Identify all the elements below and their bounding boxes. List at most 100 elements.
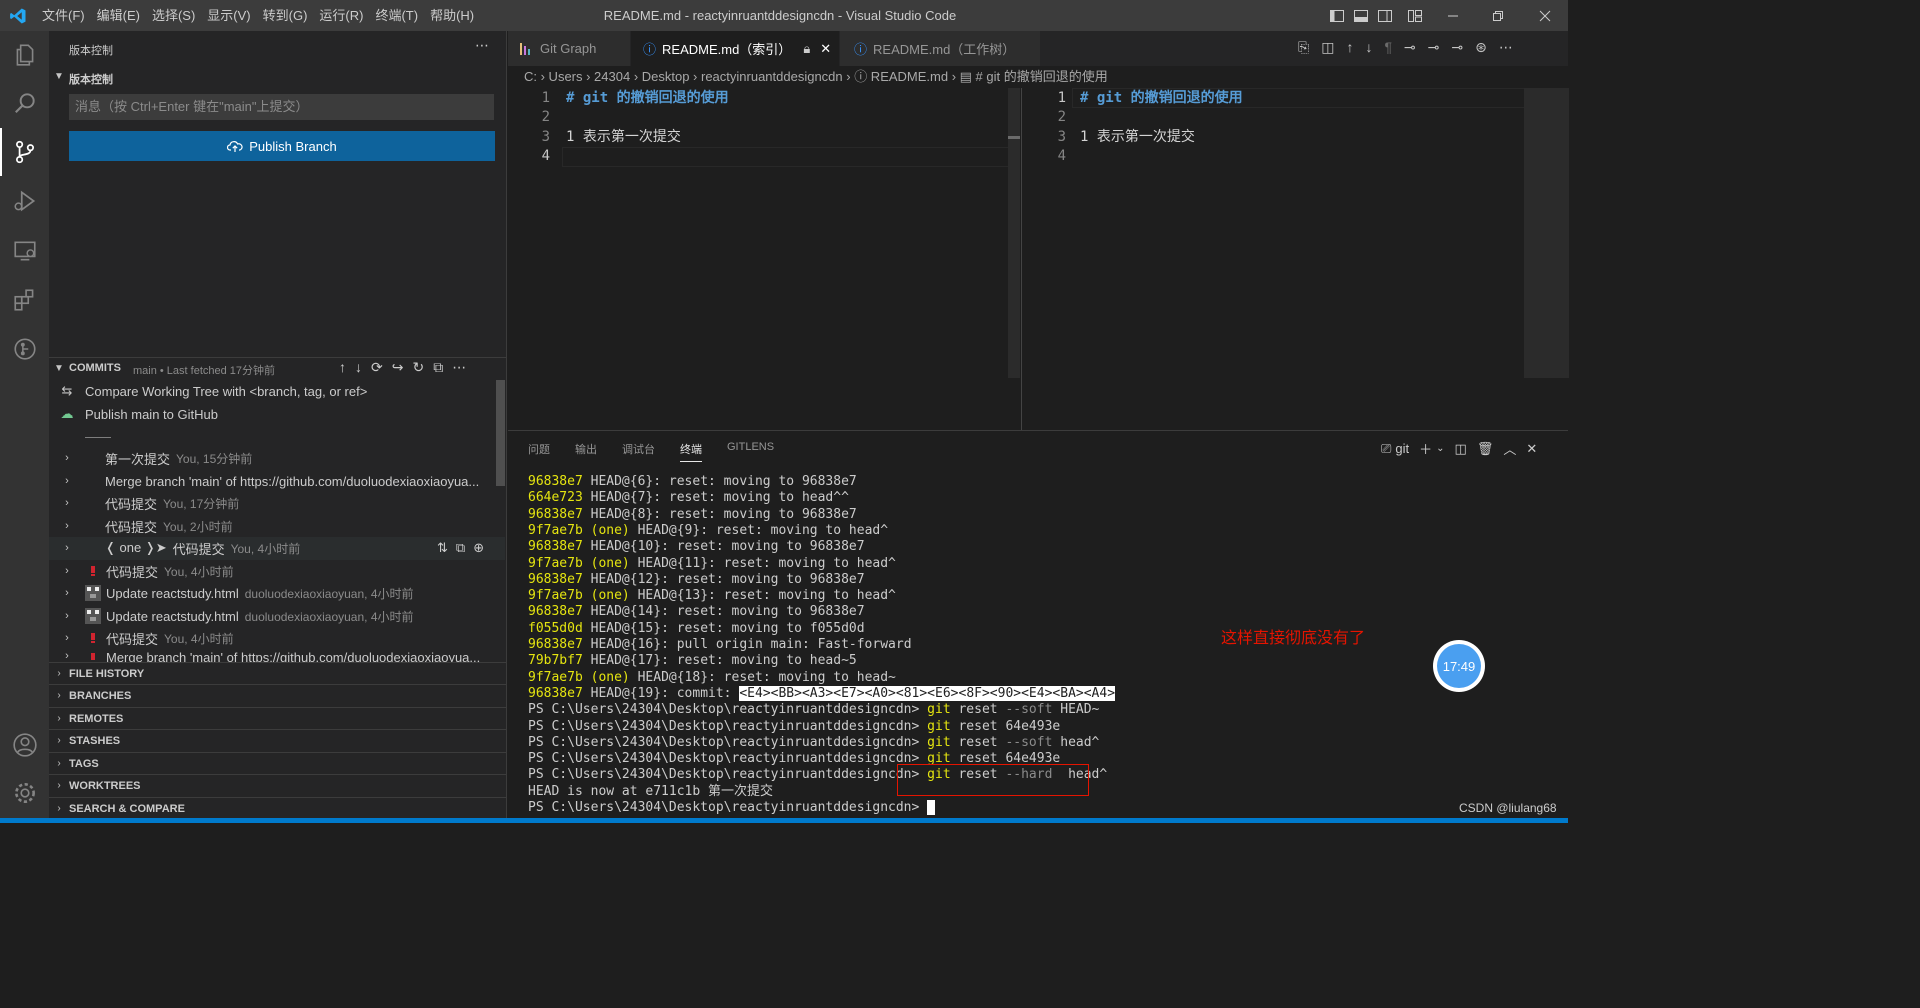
commit-item[interactable]: › 代码提交 You, 17分钟前 (49, 492, 505, 515)
sync-icon[interactable]: ⟳ (371, 359, 383, 376)
chevron-right-icon[interactable]: › (49, 520, 85, 532)
chevron-right-icon[interactable]: › (49, 452, 85, 464)
publish-main-item[interactable]: ☁ Publish main to GitHub (49, 403, 505, 426)
git-commit-icon[interactable]: ⊸ (1404, 39, 1416, 56)
close-window-icon[interactable] (1530, 0, 1560, 31)
chevron-right-icon[interactable]: › (49, 587, 85, 599)
more-actions-icon[interactable]: ⋯ (475, 37, 489, 54)
remote-explorer-icon[interactable] (0, 227, 49, 275)
menu-go[interactable]: 转到(G) (257, 0, 314, 31)
commit-item[interactable]: › Merge branch 'main' of https://github.… (49, 650, 505, 662)
chevron-right-icon[interactable]: › (49, 610, 85, 622)
commit-item[interactable]: › Update reactstudy.html duoluodexiaoxiao… (49, 605, 505, 628)
scrollbar-thumb[interactable] (1008, 88, 1020, 378)
gitlens-icon[interactable]: ⊛ (1475, 39, 1487, 56)
menu-run[interactable]: 运行(R) (313, 0, 369, 31)
panel-tab-problems[interactable]: 问题 (528, 441, 550, 457)
more-actions-icon[interactable]: ⋯ (1499, 39, 1513, 56)
chevron-down-icon[interactable]: ▼ (54, 363, 64, 374)
open-changes-icon[interactable]: ◫ (1321, 39, 1334, 56)
push-arrow-up-icon[interactable]: ↑ (339, 359, 346, 376)
commit-message-input[interactable]: 消息（按 Ctrl+Enter 键在"main"上提交） (69, 94, 494, 120)
chevron-right-icon[interactable]: › (49, 475, 85, 487)
clock-widget[interactable]: 17:49 (1433, 640, 1485, 692)
compare-with-icon[interactable]: ⇅ (437, 540, 448, 556)
split-terminal-icon[interactable]: ◫ (1455, 441, 1467, 457)
menu-terminal[interactable]: 终端(T) (369, 0, 424, 31)
commit-item[interactable]: › Merge branch 'main' of https://github.… (49, 470, 505, 493)
panel-tab-gitlens[interactable]: GITLENS (727, 441, 774, 453)
publish-branch-button[interactable]: Publish Branch (69, 131, 495, 161)
refresh-icon[interactable]: ↻ (412, 359, 424, 376)
tab-git-graph[interactable]: Git Graph (508, 31, 630, 66)
minimap-slider[interactable] (1524, 88, 1569, 378)
maximize-panel-chevron-up-icon[interactable]: ︿ (1503, 439, 1516, 458)
menu-file[interactable]: 文件(F) (36, 0, 91, 31)
open-on-remote-globe-icon[interactable]: ⊕ (473, 540, 484, 556)
section-worktrees[interactable]: › WORKTREES (49, 774, 507, 797)
pull-arrow-down-icon[interactable]: ↓ (355, 359, 362, 376)
section-stashes[interactable]: › STASHES (49, 729, 507, 752)
git-commit-icon[interactable]: ⊸ (1428, 39, 1440, 56)
section-branches[interactable]: › BRANCHES (49, 684, 507, 707)
git-compare-icon[interactable]: ⊸ (1451, 39, 1463, 56)
explorer-icon[interactable] (0, 31, 49, 79)
chevron-right-icon[interactable]: › (49, 650, 85, 662)
chevron-right-icon[interactable]: › (49, 497, 85, 509)
panel-tab-debug-console[interactable]: 调试台 (622, 441, 655, 457)
section-file-history[interactable]: › FILE HISTORY (49, 662, 507, 685)
menu-help[interactable]: 帮助(H) (424, 0, 480, 31)
tab-readme-index[interactable]: ⓘ README.md（索引） 🔒︎ ✕ (631, 31, 839, 66)
close-panel-icon[interactable]: ✕ (1526, 441, 1537, 457)
terminal-name[interactable]: git (1395, 441, 1409, 456)
next-change-arrow-down-icon[interactable]: ↓ (1365, 39, 1372, 56)
panel-tab-terminal[interactable]: 终端 (680, 441, 702, 462)
chevron-right-icon[interactable]: › (49, 565, 85, 577)
settings-gear-icon[interactable] (0, 769, 49, 817)
breadcrumb[interactable]: C: › Users › 24304 › Desktop › reactyinr… (508, 66, 1568, 88)
tab-readme-worktree[interactable]: ⓘ README.md（工作树） (840, 31, 1040, 66)
section-tags[interactable]: › TAGS (49, 752, 507, 775)
panel-tab-output[interactable]: 输出 (575, 441, 597, 457)
scrollbar-thumb[interactable] (496, 380, 505, 486)
compare-working-tree-item[interactable]: ⇆ Compare Working Tree with <branch, tag… (49, 380, 505, 403)
commit-item-hovered[interactable]: › ❬ one ❭➤ 代码提交 You, 4小时前 ⇅ ⧉ ⊕ (49, 537, 505, 560)
toggle-secondary-sidebar-icon[interactable] (1370, 0, 1400, 31)
commit-item[interactable]: › 代码提交 You, 2小时前 (49, 515, 505, 538)
menu-edit[interactable]: 编辑(E) (91, 0, 146, 31)
search-icon[interactable] (0, 79, 49, 127)
gitlens-icon[interactable] (0, 325, 49, 373)
previous-change-arrow-up-icon[interactable]: ↑ (1346, 39, 1353, 56)
run-debug-icon[interactable] (0, 177, 49, 225)
diff-editor-left[interactable]: 1 # git 的撤销回退的使用 2 3 1 表示第一次提交 4 (508, 88, 1020, 430)
chevron-right-icon[interactable]: › (49, 632, 85, 644)
restore-icon[interactable] (1483, 0, 1513, 31)
section-remotes[interactable]: › REMOTES (49, 707, 507, 730)
scm-section-title[interactable]: 版本控制 (69, 71, 113, 87)
menu-view[interactable]: 显示(V) (201, 0, 256, 31)
chevron-down-icon[interactable]: ⌄ (1436, 443, 1444, 454)
new-terminal-plus-icon[interactable]: ＋ (1419, 439, 1432, 458)
extensions-icon[interactable] (0, 276, 49, 324)
commit-item[interactable]: › Update reactstudy.html duoluodexiaoxiao… (49, 582, 505, 605)
trash-icon[interactable]: 🗑︎ (1477, 441, 1494, 457)
close-tab-icon[interactable]: ✕ (820, 41, 831, 57)
diff-editor-right[interactable]: 1 # git 的撤销回退的使用 2 3 1 表示第一次提交 4 (1021, 88, 1569, 430)
vscode-logo-icon[interactable] (0, 0, 36, 31)
open-file-icon[interactable]: ⎘ (1298, 39, 1309, 56)
minimize-icon[interactable] (1438, 0, 1468, 31)
chevron-right-icon[interactable]: › (49, 542, 85, 554)
copy-sha-icon[interactable]: ⧉ (456, 540, 465, 556)
commit-item[interactable]: › 代码提交 You, 4小时前 (49, 560, 505, 583)
chevron-down-icon[interactable]: ▼ (54, 71, 64, 82)
customize-layout-icon[interactable] (1400, 0, 1430, 31)
switch-branch-icon[interactable]: ↪ (392, 359, 404, 376)
section-search-compare[interactable]: › SEARCH & COMPARE (49, 797, 507, 820)
terminal-prompt-line[interactable]: PS C:\Users\24304\Desktop\reactyinruantd… (528, 800, 935, 816)
commit-item[interactable]: › 代码提交 You, 4小时前 (49, 627, 505, 650)
pilcrow-icon[interactable]: ¶ (1384, 39, 1392, 56)
account-icon[interactable] (0, 721, 49, 769)
commits-section-header[interactable]: COMMITS (69, 362, 121, 374)
collapse-all-icon[interactable]: ⧉ (433, 359, 443, 376)
source-control-icon[interactable] (0, 128, 49, 176)
